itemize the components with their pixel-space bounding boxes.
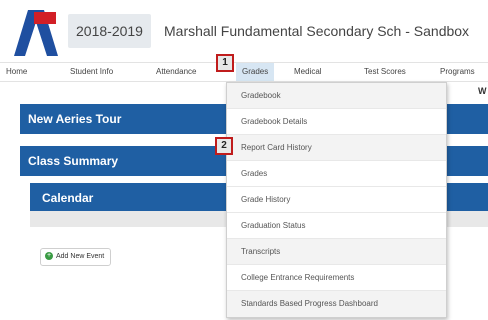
- menu-item-report-card-history[interactable]: Report Card History: [227, 135, 446, 161]
- nav-home[interactable]: Home: [6, 63, 27, 81]
- menu-item-standards-based-progress-dashboard[interactable]: Standards Based Progress Dashboard: [227, 291, 446, 317]
- grades-dropdown-menu: Gradebook Gradebook Details Report Card …: [226, 82, 447, 318]
- school-name[interactable]: Marshall Fundamental Secondary Sch - San…: [164, 14, 469, 48]
- menu-item-grades[interactable]: Grades: [227, 161, 446, 187]
- menu-item-graduation-status[interactable]: Graduation Status: [227, 213, 446, 239]
- menu-item-gradebook[interactable]: Gradebook: [227, 83, 446, 109]
- callout-2-badge: 2: [215, 137, 233, 155]
- nav-grades[interactable]: Grades: [236, 63, 275, 81]
- aeries-logo-icon[interactable]: [14, 10, 58, 56]
- school-year-text: 2018-2019: [76, 23, 143, 39]
- menu-item-college-entrance-requirements[interactable]: College Entrance Requirements: [227, 265, 446, 291]
- menu-item-gradebook-details[interactable]: Gradebook Details: [227, 109, 446, 135]
- nav-attendance[interactable]: Attendance: [156, 63, 196, 81]
- partial-text: W: [478, 86, 487, 96]
- menu-item-grade-history[interactable]: Grade History: [227, 187, 446, 213]
- school-year-selector[interactable]: 2018-2019: [68, 14, 151, 48]
- add-new-event-label: Add New Event: [56, 253, 105, 260]
- nav-programs[interactable]: Programs: [440, 63, 475, 81]
- app-header: 2018-2019 Marshall Fundamental Secondary…: [0, 0, 488, 60]
- nav-medical[interactable]: Medical: [294, 63, 322, 81]
- main-navbar: Home Student Info Attendance Grades Medi…: [0, 62, 488, 82]
- nav-test-scores[interactable]: Test Scores: [364, 63, 406, 81]
- callout-1-badge: 1: [216, 54, 234, 72]
- add-icon: +: [45, 252, 53, 261]
- menu-item-transcripts[interactable]: Transcripts: [227, 239, 446, 265]
- add-new-event-button[interactable]: + Add New Event: [40, 248, 112, 266]
- nav-student-info[interactable]: Student Info: [70, 63, 113, 81]
